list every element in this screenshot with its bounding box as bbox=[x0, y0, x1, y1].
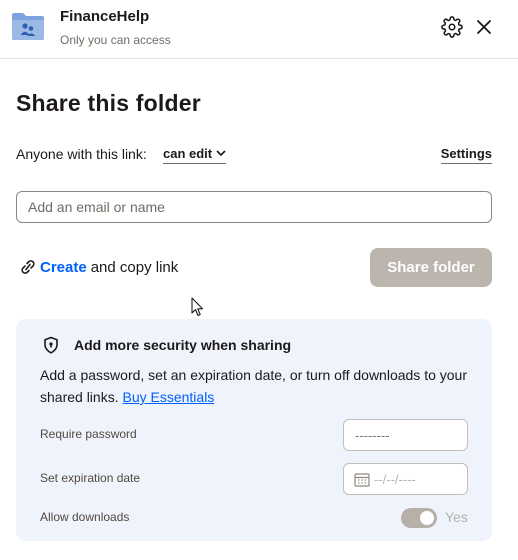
allow-downloads-toggle[interactable] bbox=[401, 508, 437, 528]
permission-dropdown[interactable]: can edit bbox=[163, 146, 227, 164]
folder-name: FinanceHelp bbox=[60, 8, 150, 25]
dialog-header: FinanceHelp Only you can access bbox=[0, 0, 518, 59]
buy-essentials-link[interactable]: Buy Essentials bbox=[122, 389, 214, 405]
create-link-text: Create bbox=[40, 258, 87, 276]
gear-icon bbox=[441, 16, 463, 38]
shared-folder-icon bbox=[12, 13, 44, 40]
permission-value: can edit bbox=[163, 146, 213, 161]
link-access-label: Anyone with this link: bbox=[16, 146, 147, 162]
access-status: Only you can access bbox=[60, 33, 171, 47]
close-icon bbox=[477, 20, 491, 34]
security-description: Add a password, set an expiration date, … bbox=[40, 364, 480, 408]
expiration-date-placeholder: --/--/---- bbox=[374, 471, 416, 487]
copy-link-text: and copy link bbox=[90, 258, 179, 276]
calendar-icon bbox=[354, 472, 370, 487]
require-password-label: Require password bbox=[40, 427, 137, 441]
settings-gear-button[interactable] bbox=[441, 16, 463, 38]
security-heading-row: Add more security when sharing bbox=[43, 336, 291, 354]
allow-downloads-state: Yes bbox=[445, 509, 468, 525]
create-copy-link-button[interactable]: Create and copy link bbox=[20, 256, 178, 278]
password-input[interactable] bbox=[343, 419, 468, 451]
expiration-date-label: Set expiration date bbox=[40, 471, 141, 485]
shield-icon bbox=[44, 336, 58, 354]
mouse-cursor-icon bbox=[191, 297, 204, 317]
email-name-input[interactable] bbox=[16, 191, 492, 223]
security-upsell-card: Add more security when sharing Add a pas… bbox=[16, 319, 492, 541]
security-heading: Add more security when sharing bbox=[74, 337, 292, 353]
page-title: Share this folder bbox=[16, 90, 201, 116]
close-button[interactable] bbox=[474, 17, 494, 37]
share-folder-button[interactable]: Share folder bbox=[370, 248, 492, 287]
link-chain-icon bbox=[21, 260, 35, 274]
security-description-text: Add a password, set an expiration date, … bbox=[40, 367, 467, 405]
expiration-date-input[interactable]: --/--/---- bbox=[343, 463, 468, 495]
link-settings-button[interactable]: Settings bbox=[440, 146, 492, 164]
allow-downloads-label: Allow downloads bbox=[40, 510, 130, 524]
link-permission-row: Anyone with this link: can edit Settings bbox=[16, 146, 492, 168]
chevron-down-icon bbox=[216, 150, 226, 157]
toggle-knob bbox=[420, 511, 434, 525]
